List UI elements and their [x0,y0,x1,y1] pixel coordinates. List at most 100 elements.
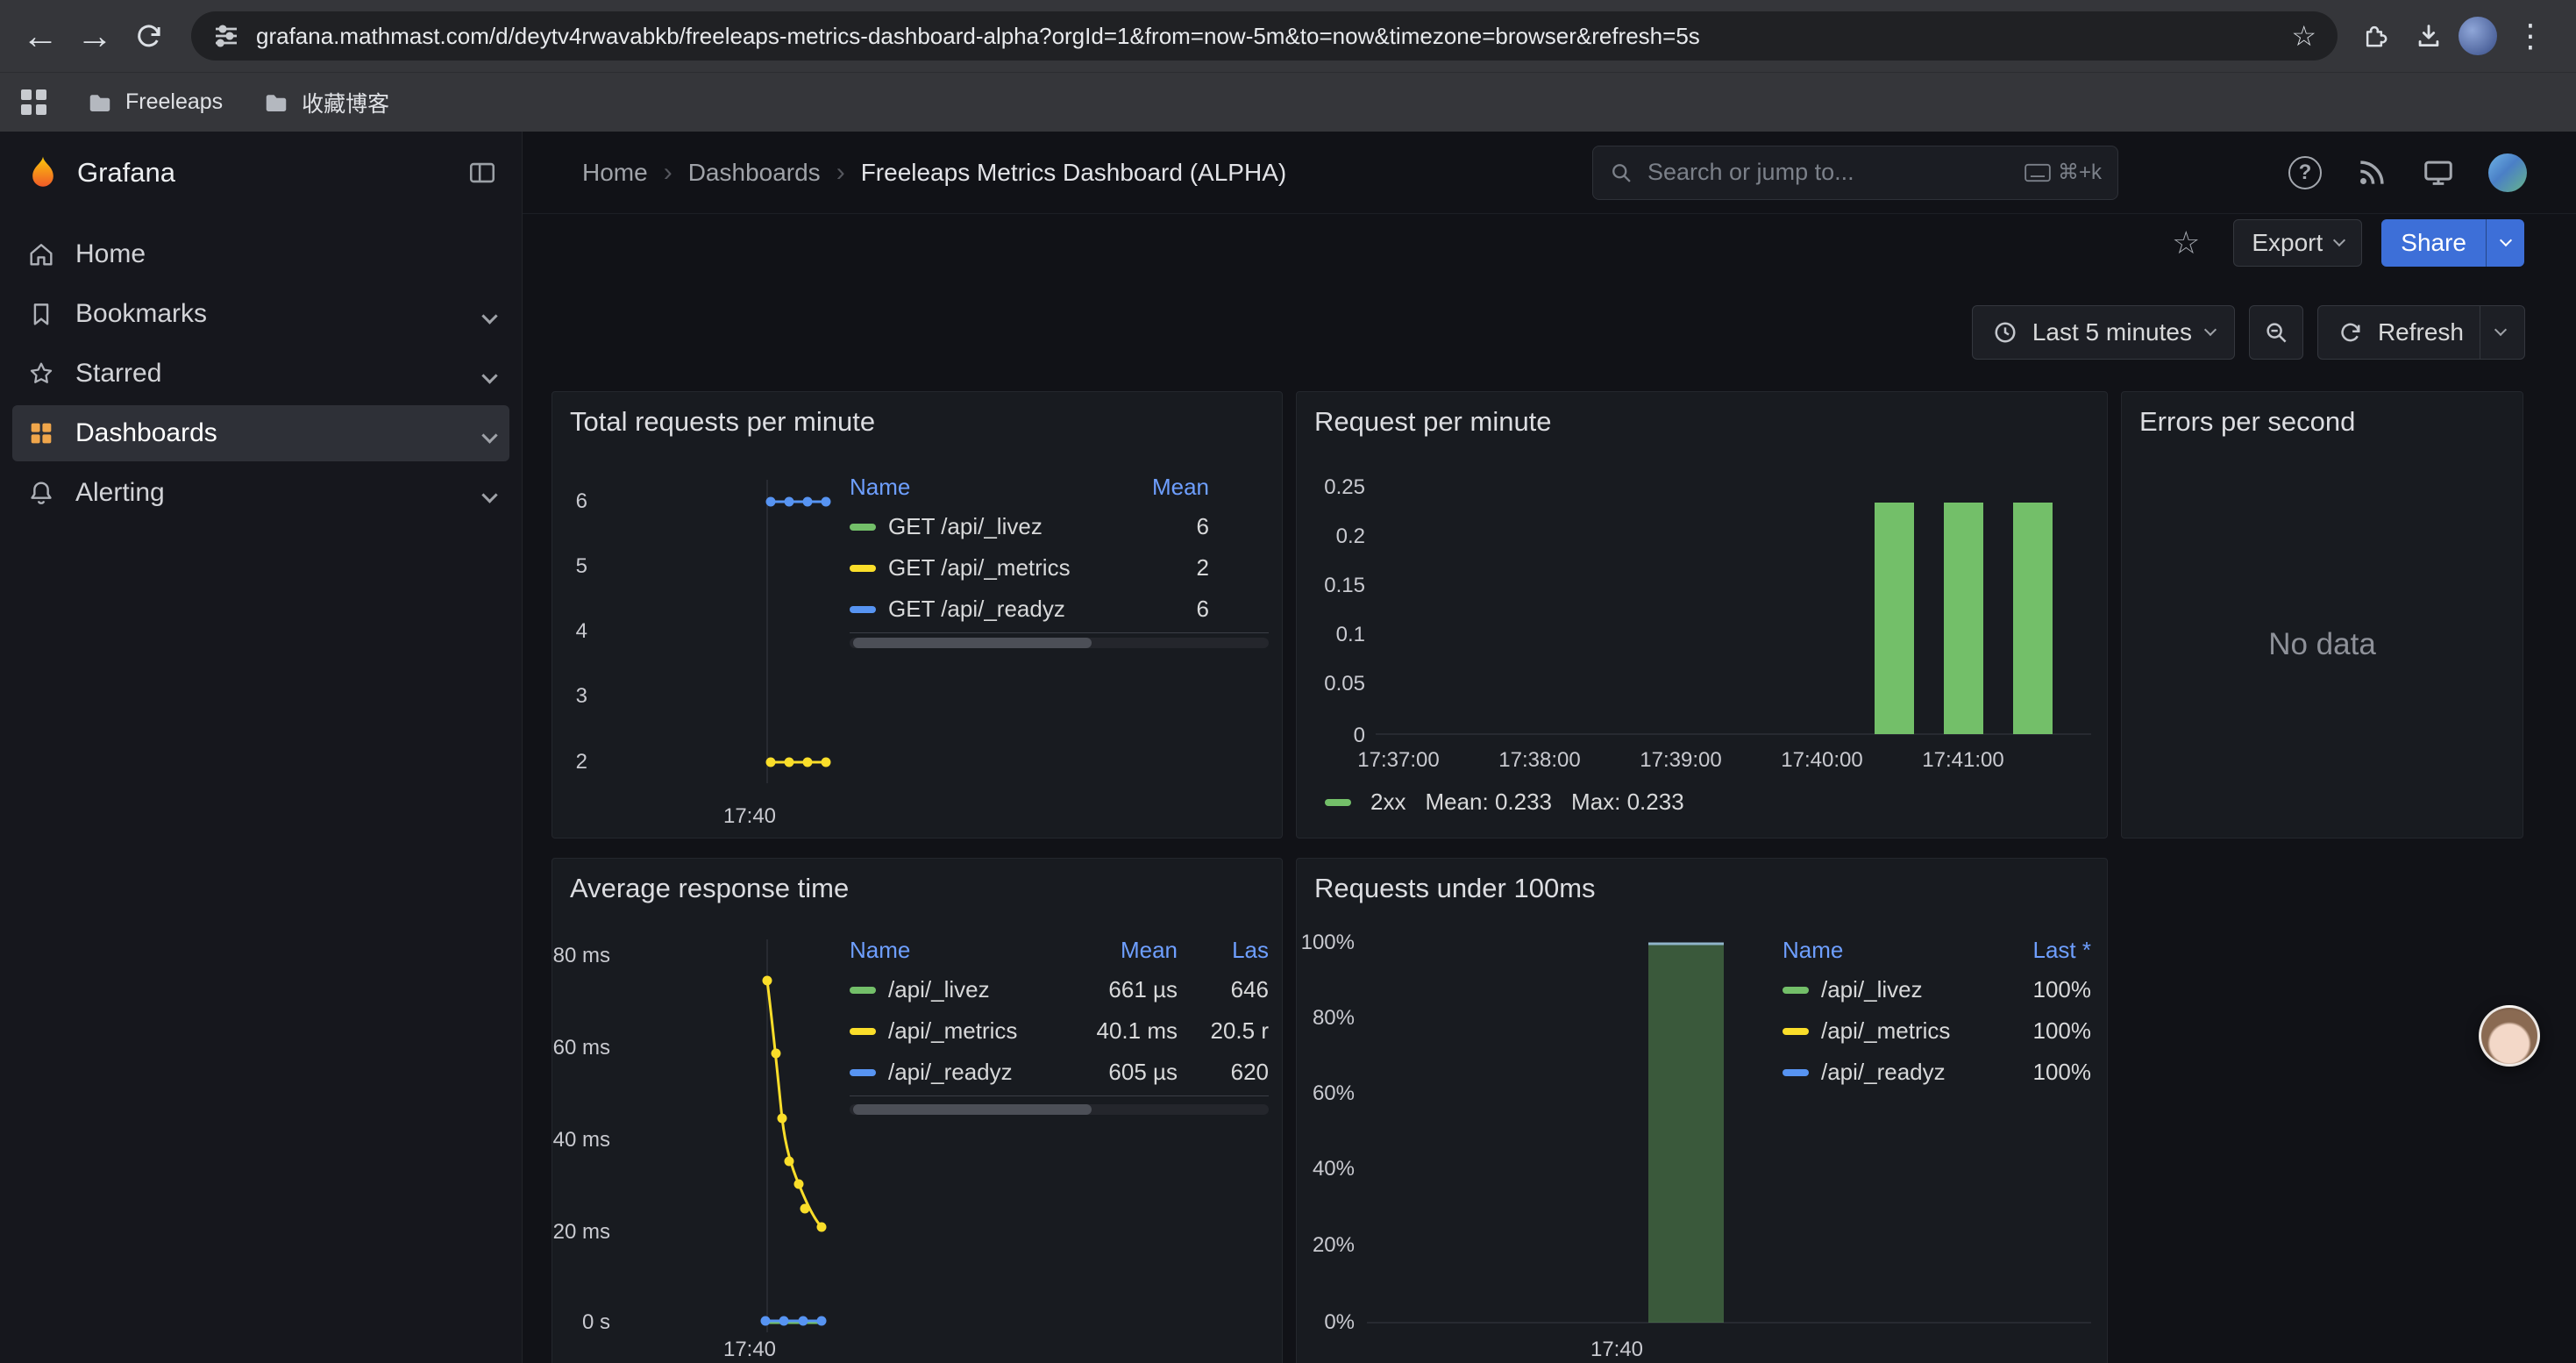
bell-icon [26,478,56,508]
breadcrumb-separator: › [664,158,672,188]
refresh-interval-menu[interactable] [2494,324,2507,336]
legend-header-mean[interactable]: Mean [1046,937,1178,964]
bookmark-label: Freeleaps [125,89,223,115]
panel-title[interactable]: Total requests per minute [570,406,875,438]
y-tick: 80 ms [552,944,610,968]
side-panel-grid-icon[interactable] [21,89,46,115]
sidebar-item-home[interactable]: Home [12,226,509,282]
share-button[interactable]: Share [2381,219,2486,267]
sidebar-item-alerting[interactable]: Alerting [12,465,509,521]
series-name[interactable]: /api/_livez [1783,976,1991,1003]
grafana-profile-avatar[interactable] [2488,153,2527,192]
breadcrumb-separator: › [836,158,845,188]
assistant-avatar[interactable] [2479,1005,2540,1067]
series-name[interactable]: GET /api/_livez [850,513,1113,540]
refresh-button[interactable]: Refresh [2378,318,2464,346]
legend-header-name[interactable]: Name [850,937,910,964]
forward-button[interactable]: → [70,11,119,61]
help-button[interactable]: ? [2288,156,2322,189]
sidebar-item-label: Home [75,239,146,269]
legend-header-name[interactable]: Name [850,474,910,501]
legend-header-mean[interactable]: Mean [1113,474,1209,501]
sidebar-item-label: Alerting [75,478,165,508]
dashboard-canvas: Last 5 minutes Refresh [523,272,2576,1363]
legend-header-row: Name Last * [1783,931,2091,969]
series-name[interactable]: /api/_readyz [850,1059,1046,1086]
series-color-swatch [850,565,876,572]
x-tick: 17:40:00 [1765,748,1879,773]
legend-header-name[interactable]: Name [1783,937,1843,964]
reload-button[interactable] [125,11,174,61]
legend-scrollbar[interactable] [850,1104,1269,1115]
browser-menu-button[interactable]: ⋮ [2506,11,2555,61]
series-name[interactable]: 2xx [1370,789,1405,816]
panel-request-per-minute: Request per minute 0.25 0.2 0.15 0.1 0.0… [1296,391,2108,838]
series-color-swatch [850,1028,876,1035]
y-tick: 0% [1297,1310,1355,1335]
monitor-icon[interactable] [2422,156,2455,189]
legend-table: Name Mean Las /api/_livez 661 µs 646 /ap… [850,931,1269,1096]
panel-title[interactable]: Errors per second [2139,406,2355,438]
series-name[interactable]: GET /api/_readyz [850,596,1113,623]
main-area: Home › Dashboards › Freeleaps Metrics Da… [523,132,2576,1363]
sidebar-item-bookmarks[interactable]: Bookmarks [12,286,509,342]
zoom-out-time-button[interactable] [2249,305,2303,360]
legend-scrollbar[interactable] [850,638,1269,648]
legend-header-last[interactable]: Last * [1991,937,2091,964]
grafana-logo-icon[interactable] [25,154,61,191]
breadcrumb-current: Freeleaps Metrics Dashboard (ALPHA) [861,159,1287,187]
y-tick: 0.25 [1297,475,1365,500]
chevron-down-icon[interactable] [484,359,495,389]
sidebar-item-label: Dashboards [75,418,217,448]
series-last: 620 [1178,1059,1269,1086]
news-rss-icon[interactable] [2355,156,2388,189]
search-input[interactable]: Search or jump to... ⌘+k [1592,146,2118,200]
x-tick: 17:40 [719,1338,780,1362]
sidebar-item-dashboards[interactable]: Dashboards [12,405,509,461]
panel-title[interactable]: Request per minute [1314,406,1552,438]
y-tick: 4 [552,619,587,644]
breadcrumb-dashboards[interactable]: Dashboards [688,159,821,187]
bookmark-folder-blogs[interactable]: 收藏博客 [263,87,389,118]
series-max: Max: 0.233 [1571,789,1684,816]
breadcrumb-home[interactable]: Home [582,159,648,187]
series-name[interactable]: GET /api/_metrics [850,554,1113,582]
chevron-down-icon [2333,234,2345,246]
series-name[interactable]: /api/_readyz [1783,1059,1991,1086]
sidebar-item-label: Starred [75,359,161,389]
series-name[interactable]: /api/_metrics [1783,1017,1991,1045]
series-mean: 2 [1113,554,1209,582]
panel-title[interactable]: Requests under 100ms [1314,873,1596,904]
panel-errors-per-second: Errors per second No data [2121,391,2523,838]
browser-profile-avatar[interactable] [2459,17,2497,55]
back-button[interactable]: ← [16,11,65,61]
chevron-down-icon [2204,324,2217,336]
extensions-button[interactable] [2350,11,2399,61]
site-info-tune-icon[interactable] [212,22,240,50]
export-button[interactable]: Export [2233,219,2362,267]
bookmark-star-icon[interactable]: ☆ [2291,19,2316,53]
favorite-dashboard-star-icon[interactable]: ☆ [2172,225,2200,261]
header-icons: ? [2288,156,2455,189]
series-name[interactable]: /api/_metrics [850,1017,1046,1045]
collapse-sidebar-button[interactable] [467,158,497,188]
series-name[interactable]: /api/_livez [850,976,1046,1003]
chevron-down-icon[interactable] [484,418,495,448]
y-tick: 100% [1297,931,1355,955]
downloads-button[interactable] [2404,11,2453,61]
panel-title[interactable]: Average response time [570,873,849,904]
share-menu-button[interactable] [2486,219,2524,267]
time-range-label: Last 5 minutes [2032,318,2192,346]
chevron-down-icon[interactable] [484,478,495,508]
chevron-down-icon[interactable] [484,299,495,329]
breadcrumb: Home › Dashboards › Freeleaps Metrics Da… [582,158,1286,188]
series-mean: 661 µs [1046,976,1178,1003]
url-bar[interactable]: grafana.mathmast.com/d/deytv4rwavabkb/fr… [191,11,2338,61]
download-icon [2414,21,2444,51]
time-range-picker[interactable]: Last 5 minutes [1972,305,2235,360]
legend-header-last[interactable]: Las [1178,937,1269,964]
sidebar-item-starred[interactable]: Starred [12,346,509,402]
series-color-swatch [1325,799,1351,806]
bookmark-folder-freeleaps[interactable]: Freeleaps [87,89,223,116]
url-text[interactable]: grafana.mathmast.com/d/deytv4rwavabkb/fr… [256,23,2275,50]
